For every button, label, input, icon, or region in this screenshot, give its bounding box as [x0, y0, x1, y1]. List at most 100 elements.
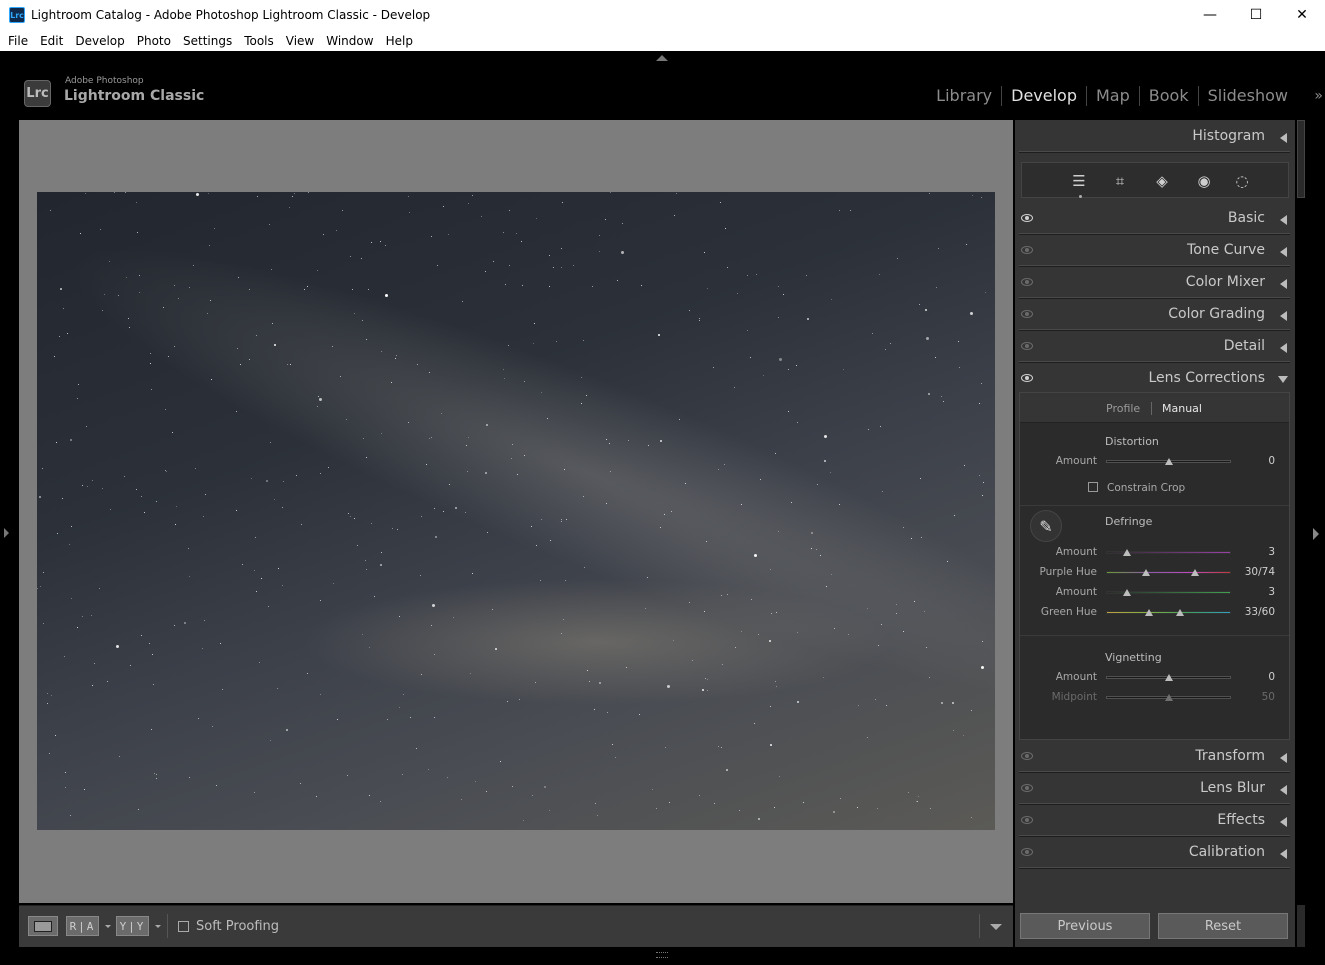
star	[778, 317, 779, 318]
star	[584, 567, 585, 568]
image-viewer[interactable]	[19, 120, 1013, 903]
panel-histogram[interactable]: Histogram	[1015, 122, 1295, 152]
star	[277, 688, 278, 689]
eye-icon[interactable]	[1021, 278, 1033, 286]
menu-help[interactable]: Help	[380, 34, 419, 48]
purple-amount-value[interactable]: 3	[1268, 546, 1275, 558]
menu-window[interactable]: Window	[320, 34, 379, 48]
star	[747, 330, 748, 331]
eye-icon[interactable]	[1021, 752, 1033, 760]
redeye-icon[interactable]: ◉	[1194, 171, 1214, 191]
tab-manual[interactable]: Manual	[1162, 402, 1202, 415]
collapse-right-panel-icon[interactable]	[1313, 528, 1319, 540]
star	[50, 210, 51, 211]
eye-icon[interactable]	[1021, 310, 1033, 318]
crop-icon[interactable]: ⌗	[1110, 171, 1130, 191]
purple-hue-slider[interactable]	[1106, 571, 1231, 574]
menu-develop[interactable]: Develop	[69, 34, 130, 48]
purple-hue-value[interactable]: 30/74	[1245, 566, 1275, 578]
eye-icon[interactable]	[1021, 342, 1033, 350]
green-hue-low-thumb[interactable]	[1144, 609, 1153, 616]
expand-left-panel-icon[interactable]	[4, 528, 9, 538]
star	[707, 690, 708, 691]
menu-view[interactable]: View	[280, 34, 320, 48]
more-modules-icon[interactable]: »	[1314, 88, 1323, 104]
menu-file[interactable]: File	[2, 34, 34, 48]
star	[707, 288, 708, 289]
before-after-menu-icon[interactable]	[105, 925, 111, 928]
eye-icon[interactable]	[1021, 784, 1033, 792]
star	[91, 615, 92, 616]
module-develop[interactable]: Develop	[1001, 86, 1086, 106]
collapse-top-panel-icon[interactable]	[656, 55, 668, 61]
module-library[interactable]: Library	[927, 86, 1001, 106]
star	[486, 424, 488, 426]
panel-color-grading[interactable]: Color Grading	[1015, 300, 1295, 330]
eye-icon[interactable]	[1021, 816, 1033, 824]
eye-icon[interactable]	[1021, 848, 1033, 856]
vignetting-midpoint-thumb[interactable]	[1164, 694, 1173, 701]
green-amount-thumb[interactable]	[1123, 589, 1132, 596]
star	[467, 471, 468, 472]
eye-icon[interactable]	[1021, 246, 1033, 254]
reset-button[interactable]: Reset	[1158, 913, 1288, 939]
right-panel-scrollbar[interactable]	[1297, 120, 1305, 198]
green-hue-high-thumb[interactable]	[1175, 609, 1184, 616]
panel-transform[interactable]: Transform	[1015, 742, 1295, 772]
menu-settings[interactable]: Settings	[177, 34, 238, 48]
maximize-button[interactable]: ☐	[1233, 0, 1279, 30]
module-map[interactable]: Map	[1086, 86, 1139, 106]
purple-hue-low-thumb[interactable]	[1142, 569, 1150, 576]
vignetting-amount-value[interactable]: 0	[1268, 671, 1275, 683]
eye-icon[interactable]	[1021, 374, 1033, 382]
photo-night-sky[interactable]	[37, 192, 995, 830]
module-book[interactable]: Book	[1138, 86, 1198, 106]
star	[426, 464, 427, 465]
purple-amount-thumb[interactable]	[1123, 549, 1132, 556]
panel-lens-blur[interactable]: Lens Blur	[1015, 774, 1295, 804]
tab-profile[interactable]: Profile	[1106, 402, 1140, 415]
star	[524, 381, 525, 382]
loupe-view-button[interactable]	[28, 916, 58, 936]
star	[562, 202, 563, 203]
star	[175, 524, 176, 525]
panel-color-mixer[interactable]: Color Mixer	[1015, 268, 1295, 298]
star	[320, 600, 321, 601]
eraser-icon[interactable]: ◈	[1152, 171, 1172, 191]
menu-photo[interactable]: Photo	[131, 34, 177, 48]
distortion-amount-value[interactable]: 0	[1268, 455, 1275, 467]
panel-lens-corrections[interactable]: Lens Corrections	[1015, 364, 1295, 394]
eye-icon[interactable]	[1021, 214, 1033, 222]
close-button[interactable]: ✕	[1279, 0, 1325, 30]
before-after-left-right-button[interactable]: R|A	[66, 916, 99, 936]
vignetting-midpoint-value[interactable]: 50	[1262, 691, 1275, 703]
sliders-icon[interactable]: ☰	[1069, 171, 1089, 191]
fringe-color-selector-eyedropper-icon[interactable]: ✎	[1030, 510, 1062, 542]
before-after-top-bottom-button[interactable]: Y|Y	[116, 916, 149, 936]
star	[466, 445, 467, 446]
constrain-crop-checkbox[interactable]	[1088, 482, 1098, 492]
green-hue-value[interactable]: 33/60	[1245, 606, 1275, 618]
panel-effects[interactable]: Effects	[1015, 806, 1295, 836]
star	[966, 244, 967, 245]
panel-tone-curve[interactable]: Tone Curve	[1015, 236, 1295, 266]
panel-detail[interactable]: Detail	[1015, 332, 1295, 362]
purple-hue-high-thumb[interactable]	[1190, 569, 1199, 576]
distortion-amount-thumb[interactable]	[1164, 458, 1173, 465]
star	[803, 802, 804, 803]
before-after-swap-menu-icon[interactable]	[155, 925, 161, 928]
vignetting-amount-thumb[interactable]	[1164, 674, 1173, 681]
toolbar-options-icon[interactable]	[990, 924, 1002, 930]
menu-edit[interactable]: Edit	[34, 34, 69, 48]
previous-button[interactable]: Previous	[1020, 913, 1150, 939]
panel-calibration[interactable]: Calibration	[1015, 838, 1295, 868]
mask-icon[interactable]: ◌	[1232, 171, 1252, 191]
green-amount-value[interactable]: 3	[1268, 586, 1275, 598]
minimize-button[interactable]: —	[1187, 0, 1233, 30]
soft-proofing-checkbox[interactable]	[178, 921, 189, 932]
menu-tools[interactable]: Tools	[238, 34, 280, 48]
filmstrip-handle-icon[interactable]	[656, 952, 668, 958]
green-hue-slider[interactable]	[1106, 611, 1231, 614]
module-slideshow[interactable]: Slideshow	[1197, 86, 1297, 106]
panel-basic[interactable]: Basic	[1015, 204, 1295, 234]
